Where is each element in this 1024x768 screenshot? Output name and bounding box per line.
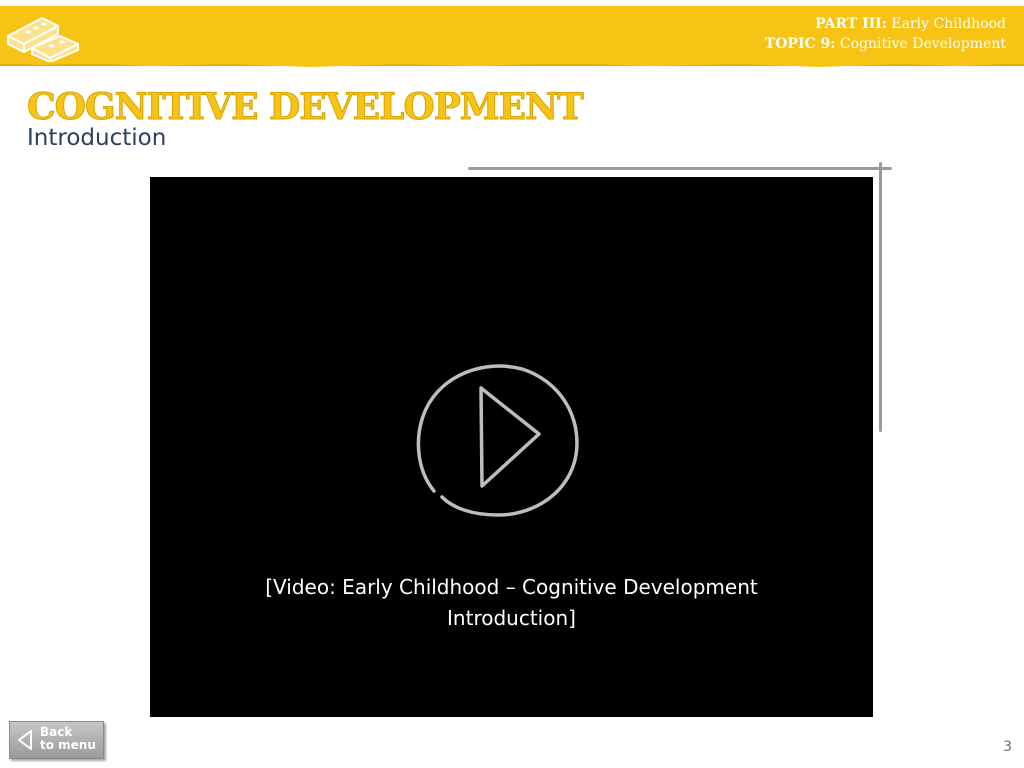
video-caption-line2: Introduction]	[447, 606, 576, 630]
page-title: COGNITIVE DEVELOPMENT	[27, 86, 585, 129]
back-to-menu-label: Back to menu	[40, 726, 96, 752]
building-blocks-icon	[7, 17, 79, 62]
page-number: 3	[1003, 739, 1012, 755]
play-icon[interactable]	[412, 357, 584, 522]
back-line2: to menu	[40, 738, 96, 752]
slide: PART III: Early Childhood TOPIC 9: Cogni…	[0, 0, 1024, 768]
topic-label: TOPIC 9:	[764, 36, 836, 52]
triangle-left-icon	[18, 730, 32, 750]
header-topic-info: PART III: Early Childhood TOPIC 9: Cogni…	[765, 14, 1006, 54]
header-topic-line: TOPIC 9: Cognitive Development	[765, 34, 1006, 54]
video-caption: [Video: Early Childhood – Cognitive Deve…	[150, 572, 873, 634]
part-label: PART III:	[815, 16, 887, 32]
video-caption-line1: [Video: Early Childhood – Cognitive Deve…	[265, 575, 758, 599]
sketch-frame-top	[468, 167, 892, 170]
torn-edge	[0, 62, 1024, 67]
sketch-frame-right	[879, 162, 882, 432]
topic-value: Cognitive Development	[839, 36, 1006, 52]
part-value: Early Childhood	[891, 16, 1006, 32]
header-part-line: PART III: Early Childhood	[765, 14, 1006, 34]
page-subtitle: Introduction	[27, 125, 167, 151]
video-player[interactable]: [Video: Early Childhood – Cognitive Deve…	[150, 177, 873, 717]
back-to-menu-button[interactable]: Back to menu	[9, 721, 104, 759]
